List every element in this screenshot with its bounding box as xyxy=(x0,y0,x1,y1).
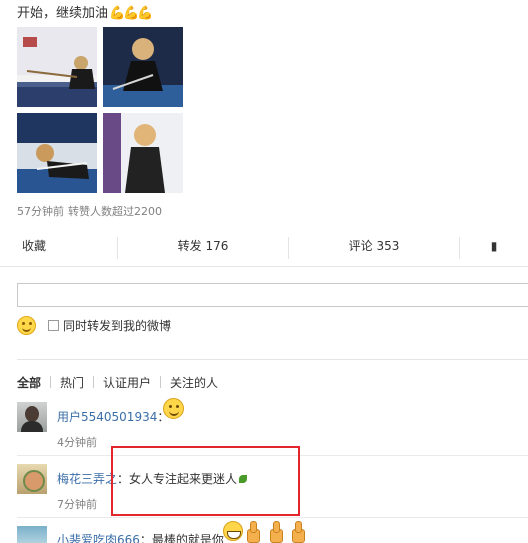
comment-time[interactable]: 4分钟前 xyxy=(57,434,97,450)
thumbs-up-icon xyxy=(290,520,305,543)
divider xyxy=(160,376,162,388)
post-body: 开始，继续加油 xyxy=(17,6,109,21)
avatar[interactable] xyxy=(17,402,47,432)
post-time[interactable]: 57分钟前 xyxy=(17,205,64,218)
grin-icon xyxy=(223,521,243,541)
smiley-icon xyxy=(163,398,184,419)
collect-button[interactable]: 收藏 xyxy=(0,233,117,260)
divider xyxy=(17,359,528,360)
smiley-icon[interactable] xyxy=(17,316,36,335)
divider xyxy=(93,376,95,388)
comment-username[interactable]: 小裴爱吃肉666 xyxy=(57,533,140,543)
photo-billiards-icon xyxy=(103,113,183,193)
comment-button[interactable]: 评论 353 xyxy=(289,233,459,260)
avatar[interactable] xyxy=(17,464,47,494)
divider xyxy=(17,517,528,518)
comment-separator: ： xyxy=(139,533,152,543)
comment-time[interactable]: 7分钟前 xyxy=(57,496,97,512)
post-text: 开始，继续加油💪💪💪 xyxy=(17,2,154,21)
repost-checkbox-label[interactable]: 同时转发到我的微博 xyxy=(63,317,171,334)
filter-hot[interactable]: 热门 xyxy=(60,374,84,391)
divider xyxy=(50,376,52,388)
filter-all[interactable]: 全部 xyxy=(17,374,41,391)
highlight-box xyxy=(111,446,300,516)
post-meta: 57分钟前 转赞人数超过2200 xyxy=(17,203,162,219)
comment-text: 最棒的就是你 xyxy=(151,533,224,543)
repost-button[interactable]: 转发 176 xyxy=(118,233,288,260)
comment-filters: 全部 热门 认证用户 关注的人 xyxy=(17,374,218,391)
avatar[interactable] xyxy=(17,526,47,543)
photo-billiards-icon xyxy=(103,27,183,107)
flexed-biceps-icon: 💪💪💪 xyxy=(109,6,154,21)
photo-billiards-icon xyxy=(17,113,97,193)
thumbs-up-icon xyxy=(268,520,283,543)
comment-username[interactable]: 用户5540501934 xyxy=(57,410,157,424)
photo-billiards-icon xyxy=(17,27,97,107)
photo-thumbnail[interactable] xyxy=(17,27,97,107)
repost-checkbox[interactable] xyxy=(48,320,59,331)
filter-following[interactable]: 关注的人 xyxy=(170,374,218,391)
thumbs-up-icon xyxy=(245,520,260,543)
photo-thumbnail[interactable] xyxy=(17,113,97,193)
comment-input[interactable] xyxy=(17,283,528,307)
action-bar: 收藏 转发 176 评论 353 ▮ xyxy=(0,233,528,267)
filter-verified[interactable]: 认证用户 xyxy=(103,374,151,391)
like-button[interactable]: ▮ xyxy=(460,233,528,260)
comment-user: 小裴爱吃肉666：最棒的就是你 xyxy=(57,531,224,543)
photo-thumbnail[interactable] xyxy=(103,27,183,107)
photo-thumbnail[interactable] xyxy=(103,113,183,193)
repost-note: 转赞人数超过2200 xyxy=(68,205,162,218)
comment-user: 用户5540501934： xyxy=(57,408,169,425)
comment-username[interactable]: 梅花三弄之 xyxy=(57,472,117,486)
